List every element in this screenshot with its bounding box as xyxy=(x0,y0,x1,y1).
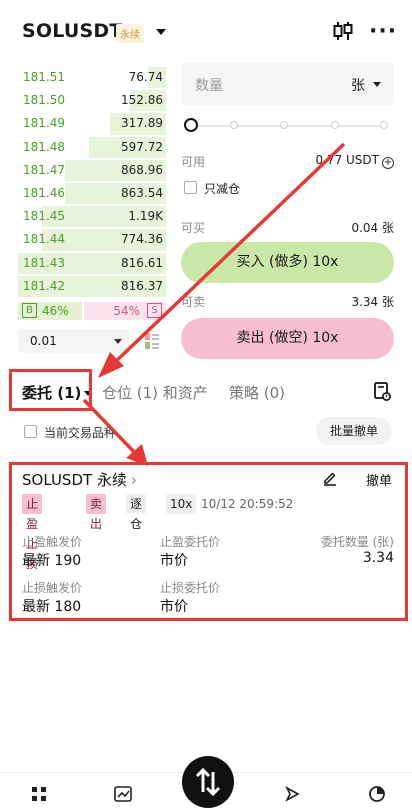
compass-icon[interactable] xyxy=(283,785,301,803)
buy-sell-ratio: B 46% 54% S xyxy=(18,302,166,320)
depth-mode-icon[interactable] xyxy=(144,332,160,350)
arrow-head-to-tab xyxy=(98,352,124,378)
buy-tag: B xyxy=(22,303,37,318)
book-price: 181.51 xyxy=(23,70,65,84)
book-price: 181.43 xyxy=(23,255,65,270)
sell-short-button[interactable]: 卖出 (做空) 10x xyxy=(181,318,394,359)
book-price: 181.47 xyxy=(23,162,65,177)
book-qty: 76.74 xyxy=(128,70,163,84)
book-price: 181.44 xyxy=(23,232,65,247)
slider-step-25[interactable] xyxy=(230,121,238,129)
tab-strategy[interactable]: 策略 (0) xyxy=(229,382,285,403)
book-price: 181.45 xyxy=(23,209,65,224)
sell-tag: S xyxy=(147,303,162,318)
order-card-highlight xyxy=(9,462,408,621)
slider-step-75[interactable] xyxy=(331,121,339,129)
buy-percent: 46% xyxy=(42,304,69,318)
can-buy-label: 可买 xyxy=(181,221,206,235)
symbol-dropdown-icon[interactable] xyxy=(156,29,166,35)
reduce-only-label: 只减仓 xyxy=(204,182,241,196)
book-price: 181.46 xyxy=(23,185,65,200)
book-qty: 152.86 xyxy=(121,93,163,108)
can-sell-label: 可卖 xyxy=(181,295,206,309)
quantity-unit[interactable]: 张 xyxy=(351,75,365,95)
trade-button[interactable] xyxy=(182,756,234,808)
orders-tab-highlight xyxy=(9,369,92,411)
quantity-placeholder: 数量 xyxy=(195,78,223,94)
book-qty: 816.61 xyxy=(121,255,163,270)
precision-select[interactable]: 0.01 xyxy=(18,329,130,353)
book-qty: 816.37 xyxy=(121,278,163,293)
current-symbol-label: 当前交易品种 xyxy=(44,426,117,440)
book-price: 181.49 xyxy=(23,116,65,131)
order-book: 181.51 76.74 181.50 152.86 181.49 317.89 181.4… xyxy=(18,66,166,298)
book-row[interactable]: 181.47 868.96 xyxy=(18,159,166,182)
kline-icon[interactable] xyxy=(332,20,354,42)
book-qty: 868.96 xyxy=(121,162,163,177)
buy-long-button[interactable]: 买入 (做多) 10x xyxy=(181,242,394,283)
trade-icon xyxy=(195,767,221,797)
history-icon[interactable] xyxy=(373,381,391,401)
perpetual-badge: 永续 xyxy=(116,24,144,43)
unit-dropdown-icon[interactable] xyxy=(373,82,381,87)
book-qty: 774.36 xyxy=(121,232,163,247)
book-price: 181.42 xyxy=(23,278,65,293)
plus-icon[interactable]: + xyxy=(382,157,394,169)
header: SOLUSDT 永续 ··· xyxy=(0,0,412,62)
available-label: 可用 xyxy=(181,155,206,169)
book-row[interactable]: 181.45 1.19K xyxy=(18,205,166,228)
book-qty: 597.72 xyxy=(121,139,163,154)
more-icon[interactable]: ··· xyxy=(369,21,397,43)
book-price: 181.50 xyxy=(23,93,65,108)
quantity-input[interactable]: 数量 张 xyxy=(181,63,393,105)
cancel-all-button[interactable]: 批量撤单 xyxy=(316,417,392,445)
available-value: 0.77 USDT + xyxy=(290,153,394,169)
can-buy-value: 0.04 张 xyxy=(351,221,394,235)
available-amount: 0.77 USDT xyxy=(315,153,379,167)
book-qty: 863.54 xyxy=(121,185,163,200)
chevron-down-icon xyxy=(114,339,122,344)
slider-step-50[interactable] xyxy=(280,121,288,129)
slider-handle[interactable] xyxy=(184,118,198,132)
quantity-slider[interactable] xyxy=(184,118,390,134)
slider-step-100[interactable] xyxy=(380,121,388,129)
book-row[interactable]: 181.44 774.36 xyxy=(18,228,166,251)
reduce-only-checkbox[interactable] xyxy=(184,181,197,194)
book-row[interactable]: 181.50 152.86 xyxy=(18,89,166,112)
slider-track xyxy=(190,125,386,127)
book-row[interactable]: 181.51 76.74 xyxy=(18,66,166,89)
chart-icon[interactable] xyxy=(114,785,132,803)
book-row[interactable]: 181.48 597.72 xyxy=(18,136,166,159)
pie-icon[interactable] xyxy=(368,785,386,803)
book-price: 181.48 xyxy=(23,139,65,154)
symbol-title[interactable]: SOLUSDT xyxy=(22,20,123,42)
book-row[interactable]: 181.46 863.54 xyxy=(18,182,166,205)
precision-value: 0.01 xyxy=(30,334,57,348)
book-row[interactable]: 181.42 816.37 xyxy=(18,275,166,298)
tab-positions[interactable]: 仓位 (1) 和资产 xyxy=(102,382,208,403)
grid-icon[interactable] xyxy=(30,785,48,803)
book-row[interactable]: 181.43 816.61 xyxy=(18,252,166,275)
book-qty: 1.19K xyxy=(128,209,163,224)
current-symbol-checkbox[interactable] xyxy=(24,425,37,438)
sell-percent: 54% xyxy=(113,304,140,318)
book-row[interactable]: 181.49 317.89 xyxy=(18,112,166,135)
book-qty: 317.89 xyxy=(121,116,163,131)
can-sell-value: 3.34 张 xyxy=(351,295,394,309)
